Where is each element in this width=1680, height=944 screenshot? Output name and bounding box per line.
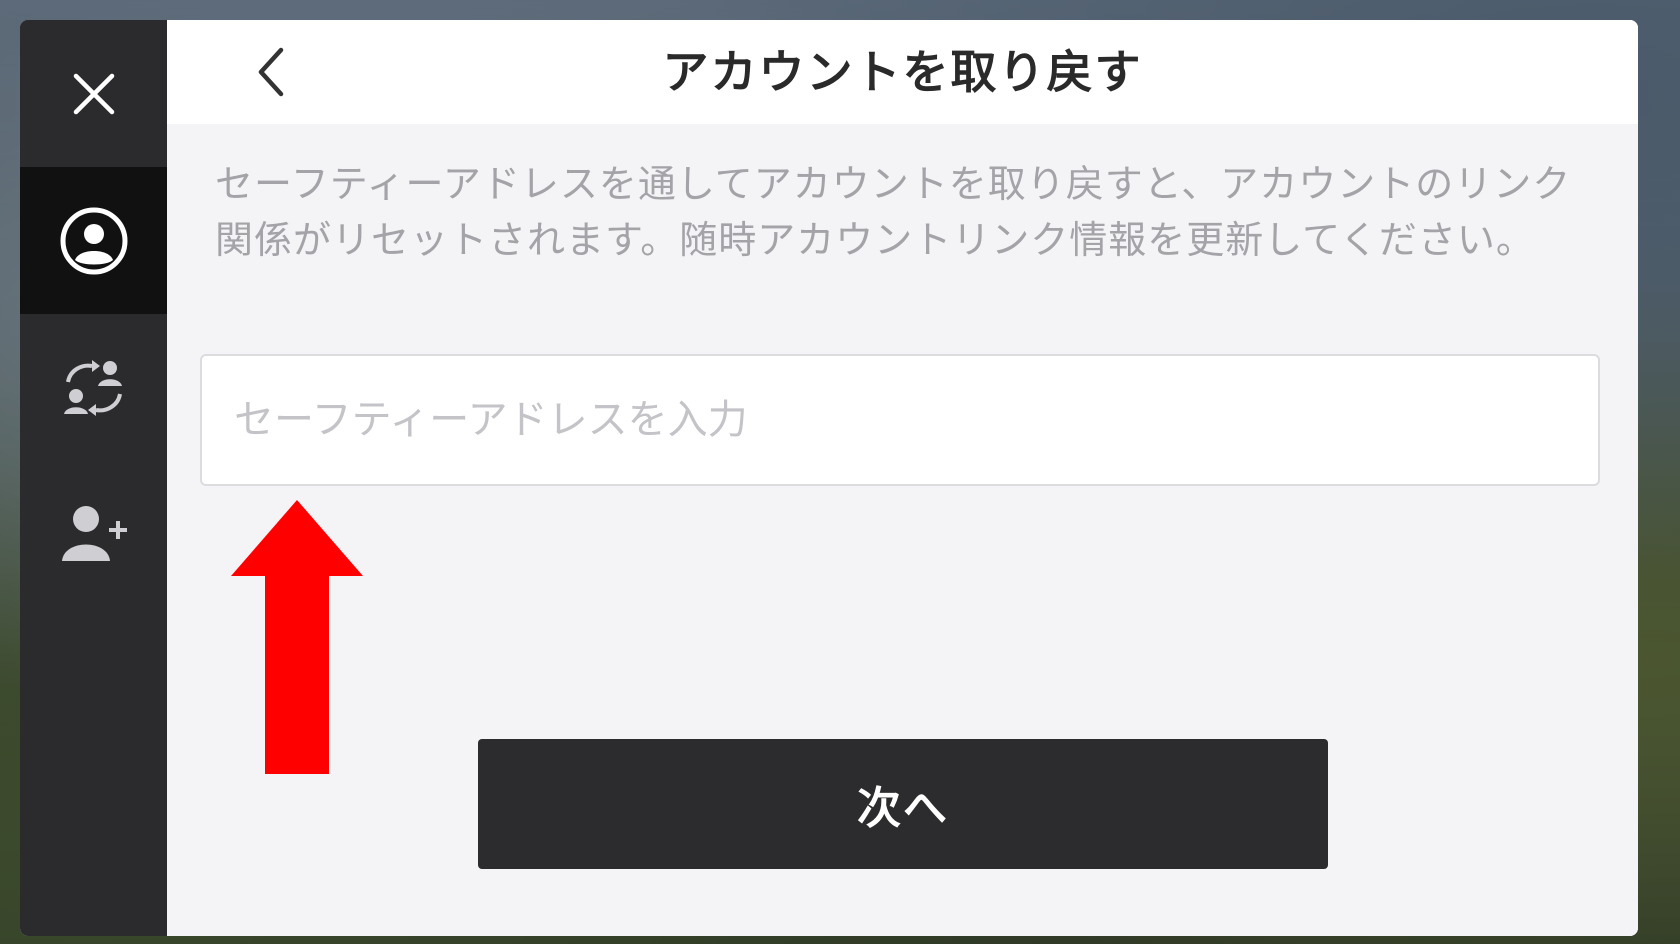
close-button[interactable] [20,20,167,167]
sidebar-item-account[interactable] [20,167,167,314]
sidebar-item-switch-account[interactable] [20,314,167,461]
next-button[interactable]: 次へ [478,739,1328,869]
main-panel: アカウントを取り戻す セーフティーアドレスを通してアカウントを取り戻すと、アカウ… [167,20,1638,936]
switch-account-icon [63,359,122,416]
sidebar-item-add-user[interactable] [20,461,167,608]
red-arrow-up-icon [231,500,363,774]
account-icon [60,207,127,274]
safety-address-input[interactable] [200,354,1600,486]
description-text: セーフティーアドレスを通してアカウントを取り戻すと、アカウントのリンク関係がリセ… [215,162,1572,262]
close-icon [73,73,114,114]
add-user-icon [61,505,127,561]
sidebar [20,20,167,936]
recover-account-dialog: アカウントを取り戻す セーフティーアドレスを通してアカウントを取り戻すと、アカウ… [20,20,1638,936]
header: アカウントを取り戻す [167,20,1638,124]
page-title: アカウントを取り戻す [662,45,1143,99]
